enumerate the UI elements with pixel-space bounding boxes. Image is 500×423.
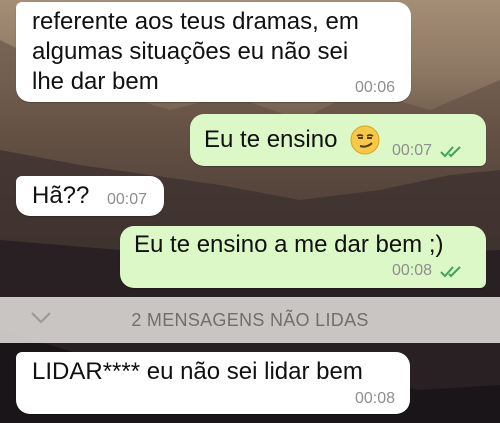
message-text: Eu te ensino bbox=[204, 126, 338, 153]
message-time: 00:06 bbox=[355, 79, 396, 96]
message-bubble-outgoing[interactable]: Eu te ensino 00:07 bbox=[190, 114, 486, 166]
message-bubble-outgoing[interactable]: Eu te ensino a me dar bem ;) 00:08 bbox=[120, 226, 486, 288]
message-bubble-incoming[interactable]: Hã?? 00:07 bbox=[16, 176, 164, 216]
message-time: 00:08 bbox=[355, 390, 396, 407]
message-text: LIDAR**** eu não sei lidar bem bbox=[32, 358, 363, 385]
unread-messages-label: 2 MENSAGENS NÃO LIDAS bbox=[131, 310, 369, 330]
message-bubble-incoming[interactable]: LIDAR**** eu não sei lidar bem 00:08 bbox=[16, 352, 410, 414]
unread-messages-divider[interactable]: 2 MENSAGENS NÃO LIDAS bbox=[0, 297, 500, 343]
message-text: Eu te ensino a me dar bem ;) bbox=[134, 231, 444, 258]
message-time: 00:08 bbox=[392, 262, 433, 279]
message-text: referente aos teus dramas, em bbox=[32, 8, 359, 35]
double-check-icon bbox=[440, 146, 461, 158]
double-check-icon bbox=[440, 266, 461, 278]
smirk-emoji-icon bbox=[350, 125, 380, 155]
message-time: 00:07 bbox=[392, 142, 433, 159]
message-text: lhe dar bem bbox=[32, 68, 159, 95]
message-text: algumas situações eu não sei bbox=[32, 38, 349, 65]
message-bubble-incoming[interactable]: referente aos teus dramas, em algumas si… bbox=[16, 2, 411, 102]
message-time: 00:07 bbox=[107, 191, 148, 208]
message-text: Hã?? bbox=[32, 182, 90, 209]
